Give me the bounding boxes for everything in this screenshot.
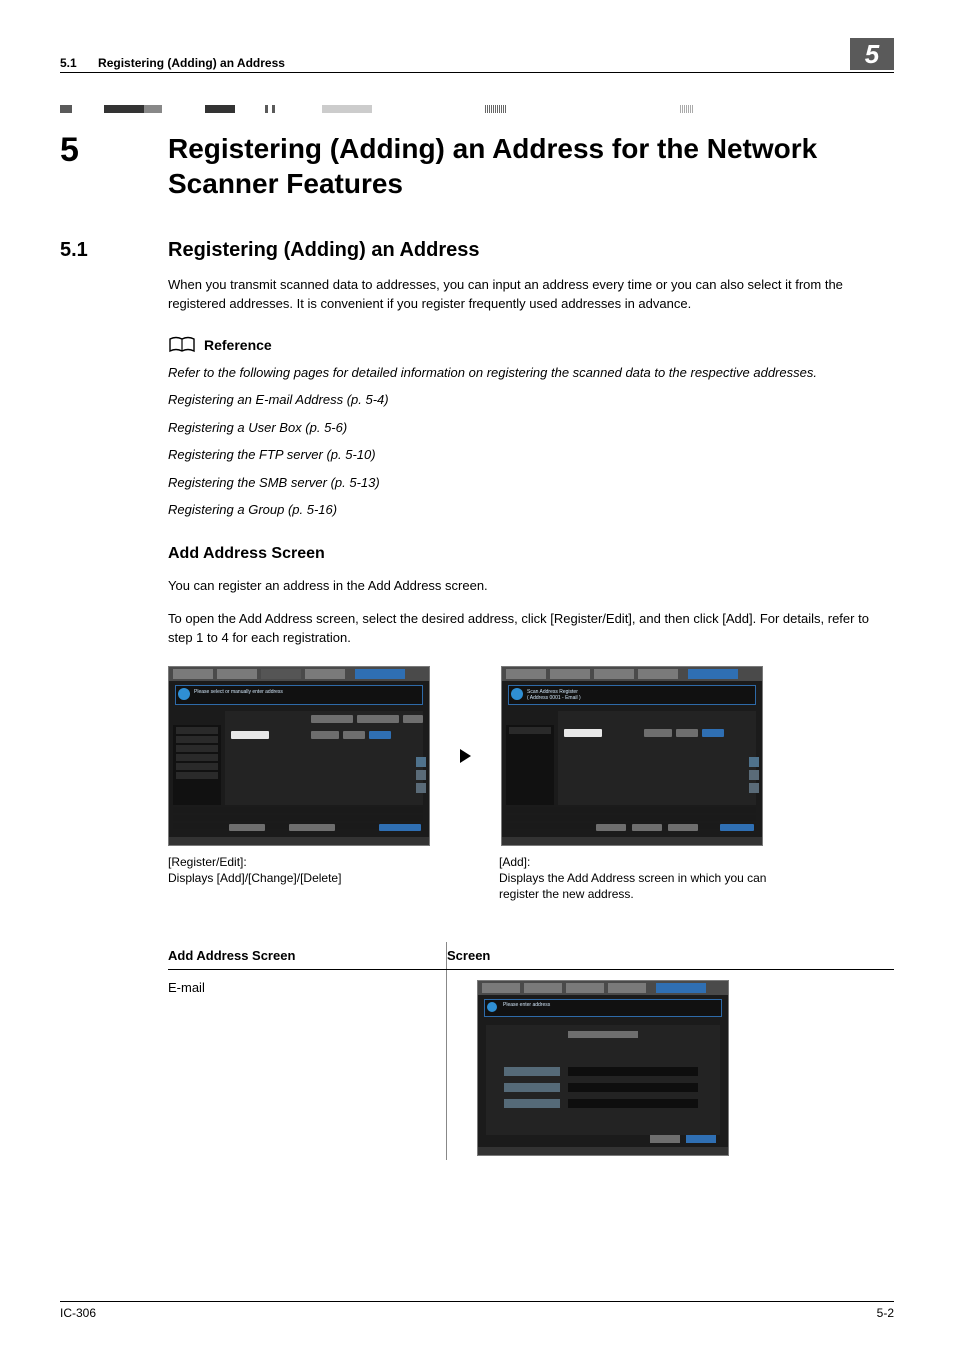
add-address-p1: You can register an address in the Add A… xyxy=(168,577,894,596)
page-footer: IC-306 5-2 xyxy=(60,1301,894,1320)
table-cell-type: E-mail xyxy=(168,970,447,1161)
table-col-screen: Screen xyxy=(447,942,895,970)
reference-item: Registering an E-mail Address (p. 5-4) xyxy=(168,391,894,409)
caption-right-desc: Displays the Add Address screen in which… xyxy=(499,871,766,901)
book-icon xyxy=(168,336,196,354)
screenshot-register-edit: Please select or manually enter address xyxy=(168,666,430,846)
reference-block: Reference Refer to the following pages f… xyxy=(168,336,894,519)
chapter-title: Registering (Adding) an Address for the … xyxy=(168,131,894,201)
figure-row: Please select or manually enter address xyxy=(168,666,894,846)
footer-left: IC-306 xyxy=(60,1306,96,1320)
figure-captions: [Register/Edit]: Displays [Add]/[Change]… xyxy=(168,854,894,903)
reference-item: Registering the SMB server (p. 5-13) xyxy=(168,474,894,492)
header-left: 5.1 Registering (Adding) an Address xyxy=(60,56,285,70)
table-row: E-mail Please enter address xyxy=(168,970,894,1161)
reference-item: Registering the FTP server (p. 5-10) xyxy=(168,446,894,464)
reference-label: Reference xyxy=(204,337,272,353)
section-heading: 5.1 Registering (Adding) an Address xyxy=(60,239,894,262)
reference-item: Registering a Group (p. 5-16) xyxy=(168,501,894,519)
reference-lead: Refer to the following pages for detaile… xyxy=(168,364,894,382)
arrow-right-icon xyxy=(460,749,471,763)
section-title: Registering (Adding) an Address xyxy=(168,239,480,262)
chapter-badge: 5 xyxy=(850,38,894,70)
caption-right-label: [Add]: xyxy=(499,854,799,870)
section-number: 5.1 xyxy=(60,239,168,262)
table-cell-screen: Please enter address xyxy=(447,970,895,1161)
header-section-title: Registering (Adding) an Address xyxy=(98,56,285,70)
screenshot-add: Scan Address Register( Address 0001 - Em… xyxy=(501,666,763,846)
section-intro: When you transmit scanned data to addres… xyxy=(168,276,894,314)
decorative-stripes xyxy=(60,105,894,113)
header-section-number: 5.1 xyxy=(60,56,77,70)
chapter-number: 5 xyxy=(60,131,168,170)
caption-right: [Add]: Displays the Add Address screen i… xyxy=(499,854,799,903)
reference-item: Registering a User Box (p. 5-6) xyxy=(168,419,894,437)
caption-left: [Register/Edit]: Displays [Add]/[Change]… xyxy=(168,854,428,903)
add-address-heading: Add Address Screen xyxy=(168,545,894,563)
running-header: 5.1 Registering (Adding) an Address 5 xyxy=(60,38,894,73)
footer-right: 5-2 xyxy=(877,1306,894,1320)
add-address-p2: To open the Add Address screen, select t… xyxy=(168,610,894,648)
reference-heading: Reference xyxy=(168,336,894,354)
table-col-add-address: Add Address Screen xyxy=(168,942,447,970)
chapter-heading: 5 Registering (Adding) an Address for th… xyxy=(60,131,894,201)
screenshot-email-form: Please enter address xyxy=(477,980,729,1156)
caption-left-desc: Displays [Add]/[Change]/[Delete] xyxy=(168,871,341,885)
caption-left-label: [Register/Edit]: xyxy=(168,854,428,870)
add-address-table: Add Address Screen Screen E-mail xyxy=(168,942,894,1160)
